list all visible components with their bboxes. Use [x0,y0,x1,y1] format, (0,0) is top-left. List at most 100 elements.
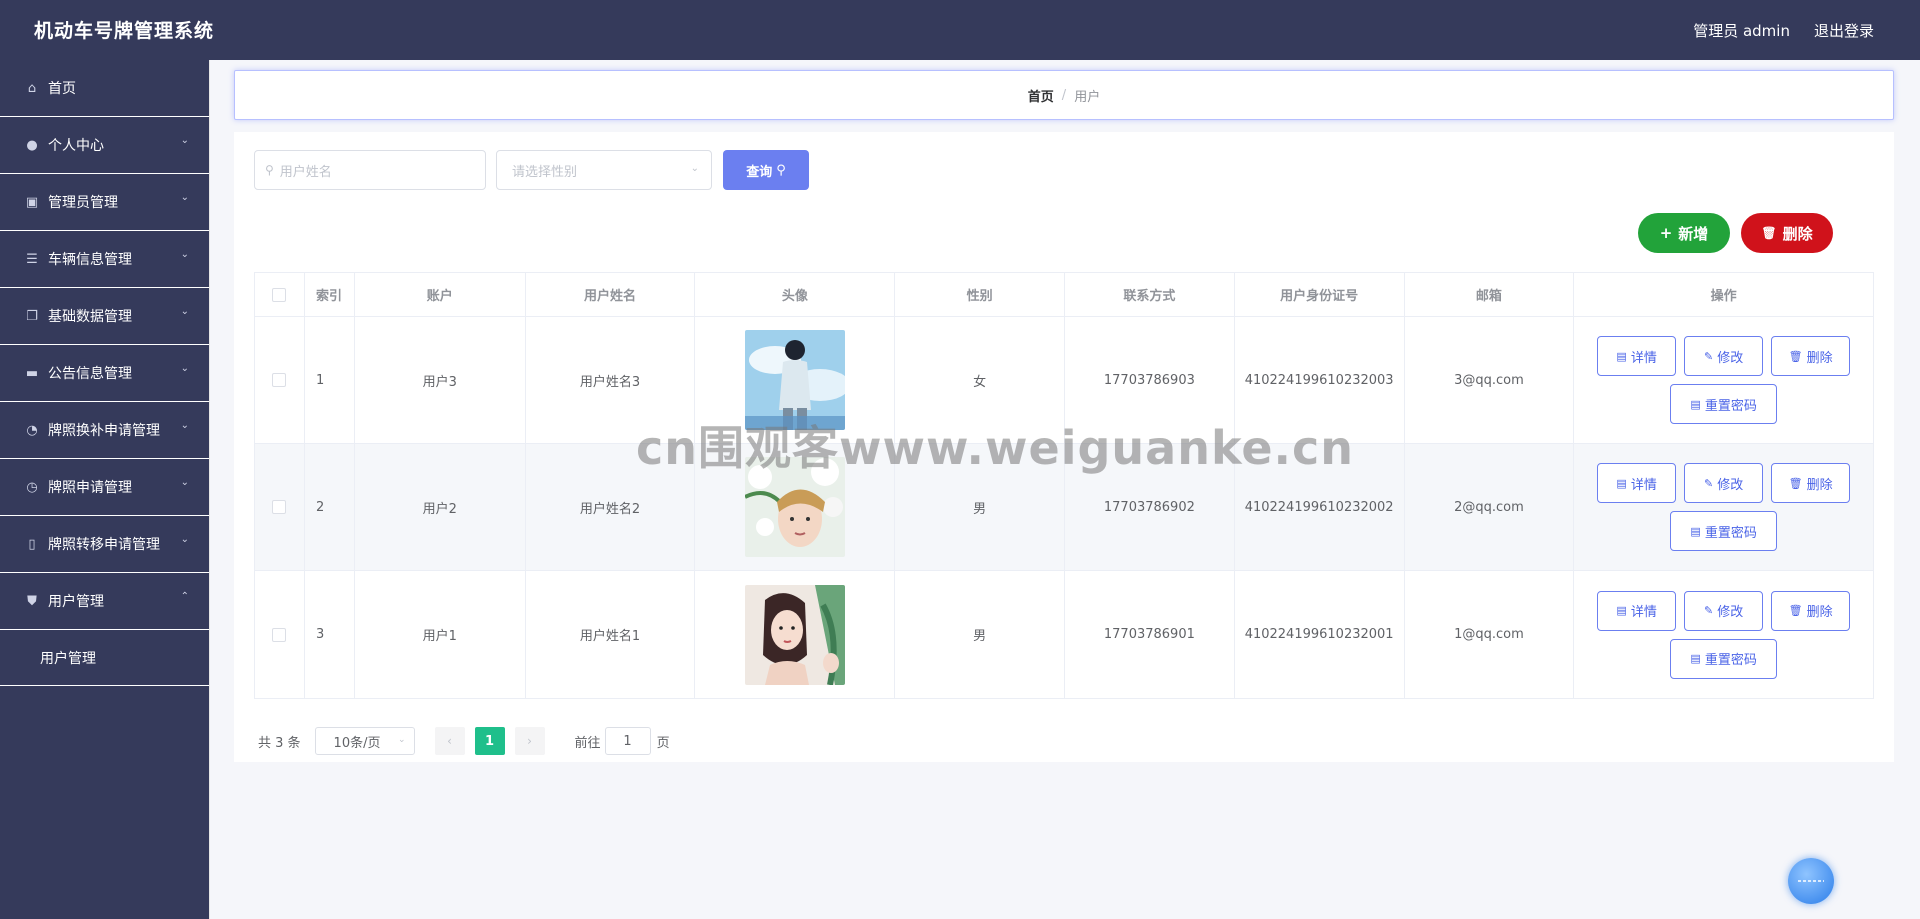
admin-user-label[interactable]: 管理员 admin [1693,20,1790,41]
goto-page-input[interactable]: 1 [604,727,651,755]
floating-assistant-button[interactable] [1788,858,1834,904]
sidebar: ⌂ 首页 ● 个人中心 ⌄ ▣ 管理员管理 ⌄ ☰ 车辆信息管理 ⌄ ❐ 基础数据管理 ⌄ ▬ 公告信息管理 ⌄… [0,60,210,919]
search-icon: ⚲ [265,163,274,177]
detail-button[interactable]: ▤ 详情 [1597,590,1677,631]
detail-button[interactable]: ▤ 详情 [1597,463,1677,503]
row-gender: 男 [895,571,1065,698]
table-body: 1 用户3 用户姓名3 女 17703786903 410224199610232003 3… [255,317,1873,698]
row-operations: ▤ 详情 ✎ 修改 🗑 删除 ▤ 重置密码 [1574,317,1873,443]
sidebar-item[interactable]: ▯ 牌照转移申请管理 ⌄ [0,516,209,573]
delete-button[interactable]: 🗑 删除 [1771,590,1851,631]
query-label: 查询 [746,164,773,180]
column-header: 头像 [695,273,896,316]
list-icon: ☰ [26,251,38,267]
delete-button[interactable]: 🗑 删除 [1771,463,1851,503]
page-size-select[interactable]: 10条/页 ⌄ [314,727,415,755]
users-table: 索引 账户 用户姓名 头像 性别 联系方式 用户身份证号 邮箱 操作 1 用户3 用户姓名3 女 177… [254,272,1874,699]
row-select-cell [255,571,305,698]
sidebar-item-label: 基础数据管理 [48,309,132,325]
table-row: 3 用户1 用户姓名1 男 17703786901 410224199610232001 1… [255,571,1873,698]
page-unit-label: 页 [656,735,670,751]
sidebar-item[interactable]: ▣ 管理员管理 ⌄ [0,174,209,231]
chevron-down-icon: ⌄ [398,735,406,745]
select-all-checkbox[interactable] [272,287,287,302]
pencil-icon: ✎ [1704,604,1714,617]
delete-label: 删除 [1782,224,1813,243]
row-checkbox[interactable] [272,627,287,642]
sidebar-item[interactable]: ◷ 牌照申请管理 ⌄ [0,459,209,516]
stamp-icon: ⛊ [27,593,37,609]
user-name-search-input[interactable]: ⚲ 用户姓名 [254,150,486,190]
detail-button-label: 详情 [1630,477,1657,493]
sidebar-item-label: 管理员管理 [48,195,118,211]
chart-icon: ▣ [25,194,39,210]
detail-button-label: 详情 [1630,350,1657,366]
reset-password-button[interactable]: ▤ 重置密码 [1670,638,1778,679]
row-select-cell [255,444,305,570]
app-title: 机动车号牌管理系统 [34,20,215,42]
row-account: 用户1 [355,571,526,698]
row-email: 1@qq.com [1405,571,1575,698]
detail-button-label: 详情 [1630,605,1657,620]
row-account: 用户2 [355,444,526,570]
user-area: 管理员 admin 退出登录 [1693,20,1874,41]
clock-icon: ◷ [26,479,38,495]
plus-icon: + [1659,224,1673,242]
pagination-total: 共 3 条 [258,735,301,751]
reset-password-label: 重置密码 [1704,525,1757,541]
ops-row-secondary: ▤ 重置密码 [1670,384,1778,424]
query-button[interactable]: 查询 ⚲ [723,150,809,190]
column-header: 账户 [355,273,526,316]
watermark: cn围观客www.weiguanke.cn [636,421,1355,475]
delete-button[interactable]: 🗑 删除 [1771,336,1851,376]
sidebar-item[interactable]: ▬ 公告信息管理 ⌄ [0,345,209,402]
next-page-button[interactable]: › [514,727,545,755]
sidebar-item-label: 个人中心 [48,138,104,154]
phone-icon: ▯ [28,536,36,552]
column-header: 用户身份证号 [1235,273,1405,316]
sidebar-item[interactable]: ● 个人中心 ⌄ [0,117,209,174]
prev-page-button[interactable]: ‹ [434,727,465,755]
row-checkbox[interactable] [272,373,287,387]
sidebar-item[interactable]: ⛊ 用户管理 ⌃ [0,573,209,630]
sidebar-item[interactable]: ⌂ 首页 [0,60,209,117]
edit-button[interactable]: ✎ 修改 [1684,463,1764,503]
add-button[interactable]: + 新增 [1638,213,1730,253]
reset-password-label: 重置密码 [1704,398,1757,414]
edit-button[interactable]: ✎ 修改 [1684,336,1764,376]
sidebar-item[interactable]: ❐ 基础数据管理 ⌄ [0,288,209,345]
gender-select[interactable]: 请选择性别 ⌄ [496,150,712,190]
batch-delete-button[interactable]: 🗑 删除 [1741,213,1833,253]
sidebar-item[interactable]: ☰ 车辆信息管理 ⌄ [0,231,209,288]
logout-link[interactable]: 退出登录 [1814,20,1874,41]
row-avatar-cell [695,571,896,698]
row-checkbox[interactable] [272,500,287,514]
ops-row-primary: ▤ 详情 ✎ 修改 🗑 删除 [1597,336,1851,376]
reset-password-button[interactable]: ▤ 重置密码 [1670,511,1778,551]
trash-icon: 🗑 [1788,604,1803,617]
pencil-icon: ✎ [1704,476,1714,490]
row-account: 用户3 [355,317,526,443]
column-header: 性别 [895,273,1065,316]
column-header: 邮箱 [1405,273,1575,316]
sidebar-item[interactable]: ◔ 牌照换补申请管理 ⌄ [0,402,209,459]
sidebar-item-label: 车辆信息管理 [48,252,132,268]
user-name-placeholder: 用户姓名 [279,164,332,180]
chevron-down-icon: ⌄ [690,163,699,174]
page-number-current[interactable]: 1 [474,727,505,755]
ops-row-primary: ▤ 详情 ✎ 修改 🗑 删除 [1597,463,1851,503]
breadcrumb-home[interactable]: 首页 [1028,86,1054,105]
sidebar-subitem[interactable]: 用户管理 [0,630,209,686]
document-icon: ▤ [1616,476,1627,490]
edit-button[interactable]: ✎ 修改 [1684,590,1764,631]
trash-icon: 🗑 [1761,226,1777,240]
main-content: 首页 / 用户 ⚲ 用户姓名 请选择性别 ⌄ 查询 ⚲ + 新增 🗑 删除 索引… [210,60,1920,919]
row-email: 2@qq.com [1405,444,1575,570]
reset-password-button[interactable]: ▤ 重置密码 [1670,384,1778,424]
detail-button[interactable]: ▤ 详情 [1597,336,1677,376]
chevron-icon: ⌄ [180,135,189,146]
goto-label: 前往 [574,735,601,751]
edit-button-label: 修改 [1717,477,1744,493]
chevron-icon: ⌄ [180,363,189,374]
avatar-girl-painting[interactable] [744,584,845,685]
